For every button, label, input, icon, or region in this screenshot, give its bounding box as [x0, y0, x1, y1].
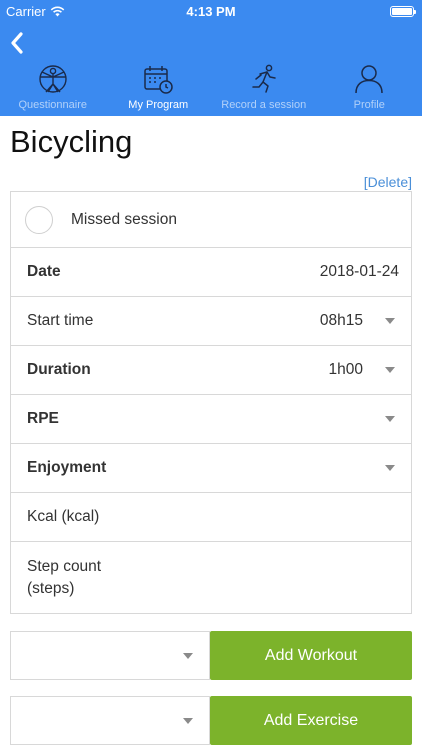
tab-bar: Questionnaire My Program Record a sessio… — [0, 62, 422, 114]
add-workout-row: Add Workout — [10, 631, 412, 680]
rpe-row[interactable]: RPE — [11, 395, 411, 444]
status-bar: Carrier 4:13 PM — [0, 0, 422, 22]
rpe-label: RPE — [27, 410, 59, 427]
chevron-down-icon[interactable] — [183, 717, 193, 724]
duration-value[interactable]: 1h00 — [329, 361, 363, 379]
missed-session-radio[interactable] — [25, 205, 53, 234]
vitruvian-man-icon — [39, 65, 67, 93]
tab-record-session[interactable]: Record a session — [211, 62, 317, 114]
session-form: Missed session Date 2018-01-24 Start tim… — [10, 191, 412, 614]
workout-select[interactable] — [10, 631, 210, 680]
add-workout-button[interactable]: Add Workout — [210, 631, 412, 680]
missed-session-row[interactable]: Missed session — [11, 192, 411, 248]
back-button[interactable] — [6, 30, 28, 56]
add-exercise-row: Add Exercise — [10, 696, 412, 745]
tab-profile[interactable]: Profile — [317, 62, 422, 114]
enjoyment-label: Enjoyment — [27, 459, 107, 476]
tab-profile-label: Profile — [353, 99, 385, 111]
chevron-down-icon[interactable] — [385, 416, 395, 422]
step-count-label: Step count (steps) — [27, 556, 101, 600]
tab-questionnaire-label: Questionnaire — [18, 99, 88, 111]
exercise-select[interactable] — [10, 696, 210, 745]
duration-label: Duration — [27, 361, 91, 378]
delete-link[interactable]: [Delete] — [364, 174, 412, 190]
app-header: Carrier 4:13 PM Questionnaire My Program… — [0, 0, 422, 116]
tab-record-session-label: Record a session — [221, 99, 307, 111]
status-time: 4:13 PM — [186, 4, 236, 19]
chevron-down-icon[interactable] — [183, 652, 193, 659]
chevron-left-icon — [11, 32, 23, 54]
tab-questionnaire[interactable]: Questionnaire — [0, 62, 106, 114]
tab-my-program-label: My Program — [128, 99, 189, 111]
battery-icon — [390, 6, 416, 17]
step-count-label-line2: (steps) — [27, 579, 75, 597]
chevron-down-icon[interactable] — [385, 367, 395, 373]
page-title: Bicycling — [10, 124, 133, 159]
kcal-row[interactable]: Kcal (kcal) — [11, 493, 411, 542]
chevron-down-icon[interactable] — [385, 465, 395, 471]
kcal-label: Kcal (kcal) — [27, 508, 100, 525]
calendar-clock-icon — [144, 66, 173, 94]
add-exercise-button[interactable]: Add Exercise — [210, 696, 412, 745]
start-time-label: Start time — [27, 312, 94, 329]
date-value[interactable]: 2018-01-24 — [320, 263, 399, 281]
runner-icon — [252, 64, 276, 93]
step-count-row[interactable]: Step count (steps) — [11, 542, 411, 613]
date-row[interactable]: Date 2018-01-24 — [11, 248, 411, 297]
person-icon — [355, 65, 383, 94]
tab-my-program[interactable]: My Program — [106, 62, 212, 114]
start-time-row[interactable]: Start time 08h15 — [11, 297, 411, 346]
missed-session-label: Missed session — [71, 210, 177, 228]
chevron-down-icon[interactable] — [385, 318, 395, 324]
step-count-label-line1: Step count — [27, 557, 102, 575]
start-time-value[interactable]: 08h15 — [320, 312, 363, 330]
date-label: Date — [27, 263, 61, 280]
enjoyment-row[interactable]: Enjoyment — [11, 444, 411, 493]
duration-row[interactable]: Duration 1h00 — [11, 346, 411, 395]
